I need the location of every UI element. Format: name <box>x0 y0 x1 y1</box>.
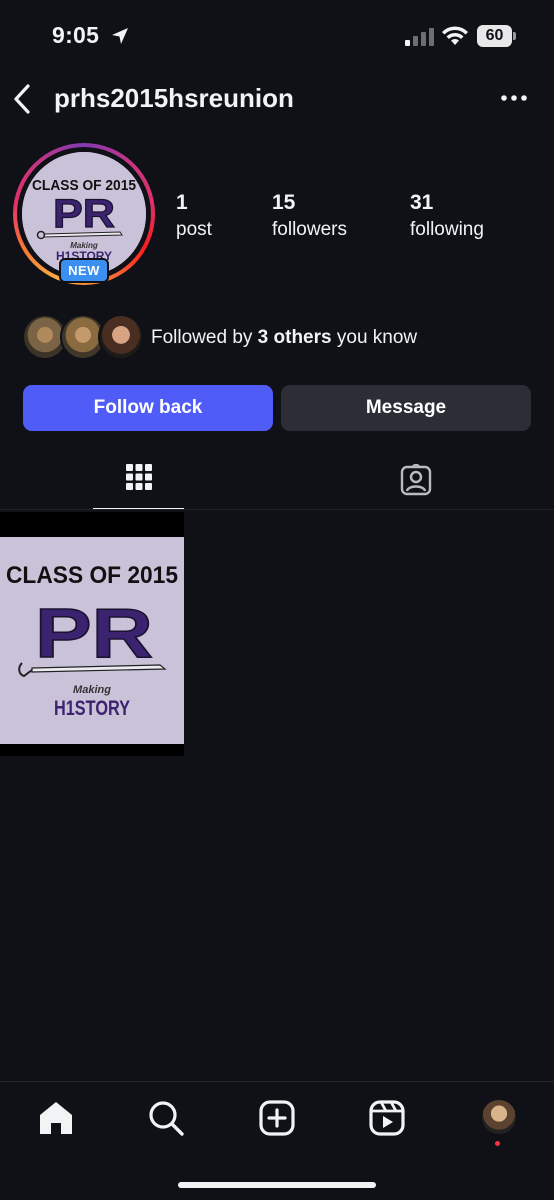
message-button[interactable]: Message <box>281 385 531 431</box>
followers-label: followers <box>272 219 347 240</box>
tab-tagged[interactable] <box>370 455 461 510</box>
search-icon[interactable] <box>146 1098 186 1138</box>
followed-by-text[interactable]: Followed by 3 others you know <box>151 327 417 349</box>
post-logo-tag2: H1STORY <box>54 697 130 720</box>
cell-signal-icon <box>405 28 434 46</box>
home-indicator <box>178 1182 376 1188</box>
profile-tab-avatar[interactable] <box>482 1100 516 1134</box>
post-thumbnail[interactable]: CLASS OF 2015 PR Making H1STORY <box>0 512 184 756</box>
status-bar: 9:05 60 <box>0 0 554 74</box>
post-logo-line1: CLASS OF 2015 <box>6 562 178 589</box>
back-chevron-icon[interactable] <box>10 82 38 116</box>
post-logo-initials: PR <box>35 594 153 672</box>
following-count: 31 <box>410 191 434 214</box>
followed-by-count: 3 others <box>257 327 332 348</box>
following-label: following <box>410 219 484 240</box>
new-badge: NEW <box>59 258 109 283</box>
notification-dot <box>495 1141 500 1146</box>
followers-count: 15 <box>272 191 296 214</box>
avatar-logo-initials: PR <box>53 192 115 236</box>
create-post-icon[interactable] <box>257 1098 297 1138</box>
grid-icon <box>126 464 152 490</box>
posts-count: 1 <box>176 191 188 214</box>
wifi-icon <box>442 26 468 45</box>
profile-username: prhs2015hsreunion <box>54 83 294 113</box>
stat-followers[interactable]: 15 followers <box>272 191 347 241</box>
tagged-person-icon <box>400 464 432 496</box>
mutual-avatar <box>98 314 144 360</box>
tab-posts-grid[interactable] <box>93 455 184 510</box>
post-logo-tag1: Making <box>73 684 111 696</box>
reels-icon[interactable] <box>367 1098 407 1138</box>
more-options-icon[interactable] <box>500 90 528 106</box>
posts-label: post <box>176 219 212 240</box>
stat-following[interactable]: 31 following <box>410 191 484 241</box>
location-arrow-icon <box>112 28 128 44</box>
status-time: 9:05 <box>52 22 100 48</box>
stat-posts[interactable]: 1 post <box>176 191 212 241</box>
battery-indicator: 60 <box>477 25 516 47</box>
battery-percent: 60 <box>485 27 504 44</box>
home-icon[interactable] <box>36 1098 76 1138</box>
mutual-followers-avatars[interactable] <box>22 314 144 362</box>
follow-back-button[interactable]: Follow back <box>23 385 273 431</box>
